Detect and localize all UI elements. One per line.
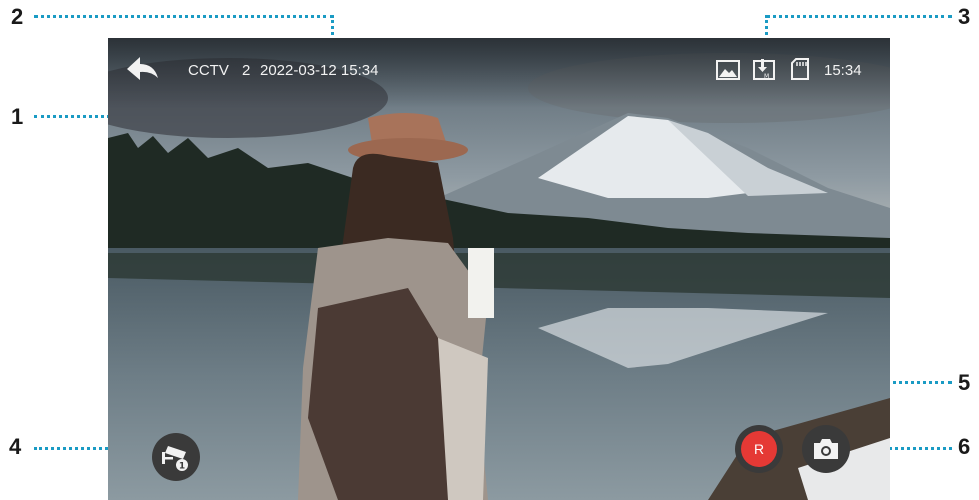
- svg-text:M: M: [764, 73, 769, 80]
- back-button[interactable]: [124, 52, 162, 86]
- callout-line-3: [766, 15, 952, 18]
- callout-number-4: 4: [9, 434, 22, 459]
- callout-number-5: 5: [958, 370, 971, 395]
- record-label: R: [753, 441, 765, 457]
- status-bar: CCTV 2 2022-03-12 15:34 M 15:34: [108, 38, 890, 100]
- video-screen: CCTV 2 2022-03-12 15:34 M 15:34 1 R: [108, 38, 890, 500]
- svg-text:1: 1: [179, 462, 185, 472]
- channel-number: 2: [242, 62, 251, 79]
- image-icon: [716, 60, 740, 85]
- callout-line-2: [34, 15, 334, 18]
- cctv-camera-button[interactable]: 1: [152, 433, 200, 481]
- sd-card-icon: [791, 58, 809, 85]
- back-arrow-icon: [127, 57, 158, 80]
- channel-name: CCTV: [188, 62, 229, 79]
- callout-number-6: 6: [958, 434, 971, 459]
- callout-number-2: 2: [11, 4, 24, 29]
- callout-number-3: 3: [958, 4, 971, 29]
- clock: 15:34: [824, 62, 862, 79]
- memory-download-icon: M: [753, 58, 775, 85]
- camera-icon: [814, 439, 838, 459]
- record-indicator: R: [741, 431, 777, 467]
- record-button[interactable]: R: [735, 425, 783, 473]
- callout-number-1: 1: [11, 104, 24, 129]
- cctv-camera-icon: 1: [162, 446, 188, 472]
- snapshot-button[interactable]: [802, 425, 850, 473]
- date-time: 2022-03-12 15:34: [260, 62, 379, 79]
